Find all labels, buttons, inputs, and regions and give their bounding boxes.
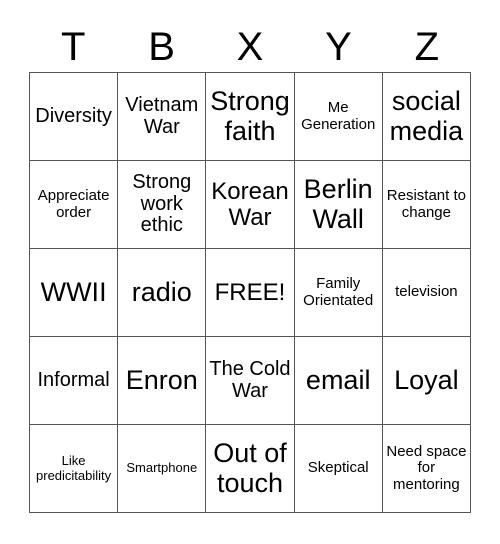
bingo-cell-label: social media: [389, 86, 464, 146]
bingo-cell-label: Korean War: [211, 177, 289, 231]
bingo-cell[interactable]: television: [382, 249, 471, 337]
bingo-header-letter-3: Y: [325, 25, 352, 69]
bingo-cell-label: The Cold War: [209, 357, 291, 402]
bingo-cell-label: FREE!: [214, 278, 286, 306]
bingo-cell-label: Strong faith: [210, 86, 290, 146]
bingo-card: T B X Y Z Diversity Vietnam War Strong f…: [0, 0, 500, 544]
bingo-cell[interactable]: The Cold War: [206, 337, 295, 425]
bingo-cell[interactable]: radio: [118, 249, 207, 337]
bingo-cell[interactable]: email: [294, 337, 383, 425]
bingo-cell-label: email: [305, 364, 371, 395]
bingo-cell-label: Out of touch: [213, 438, 287, 498]
bingo-cell[interactable]: Diversity: [30, 73, 119, 161]
bingo-cell-free[interactable]: FREE!: [206, 249, 295, 337]
bingo-cell-label: Smartphone: [126, 460, 198, 476]
bingo-cell-label: Loyal: [394, 364, 459, 395]
bingo-cell-label: Skeptical: [307, 459, 369, 477]
bingo-header-letter-2: X: [236, 25, 264, 69]
bingo-cell[interactable]: Out of touch: [206, 425, 295, 513]
bingo-cell-label: Enron: [125, 364, 198, 395]
bingo-cell[interactable]: Enron: [118, 337, 207, 425]
bingo-cell-label: Vietnam War: [125, 93, 199, 138]
bingo-cell-label: Need space for mentoring: [386, 443, 467, 493]
bingo-cell-label: Me Generation: [301, 99, 376, 133]
bingo-cell[interactable]: Informal: [30, 337, 119, 425]
bingo-cell-label: radio: [131, 276, 192, 307]
bingo-cell-label: Family Orientated: [303, 275, 374, 309]
bingo-cell-label: Appreciate order: [37, 187, 110, 221]
bingo-cell-label: television: [395, 283, 458, 301]
bingo-cell[interactable]: WWII: [30, 249, 119, 337]
bingo-cell[interactable]: social media: [382, 73, 471, 161]
bingo-cell[interactable]: Korean War: [206, 161, 295, 249]
bingo-cell[interactable]: Me Generation: [294, 73, 383, 161]
bingo-cell-label: Strong work ethic: [132, 171, 192, 237]
bingo-cell-label: Diversity: [35, 104, 112, 127]
bingo-cell[interactable]: Like predicitability: [30, 425, 119, 513]
bingo-cell-label: Like predicitability: [36, 453, 112, 483]
bingo-cell[interactable]: Berlin Wall: [294, 161, 383, 249]
bingo-header-letter-0: T: [60, 25, 86, 69]
bingo-cell[interactable]: Vietnam War: [118, 73, 207, 161]
bingo-cell[interactable]: Strong work ethic: [118, 161, 207, 249]
bingo-header-letter-4: Z: [414, 25, 440, 69]
bingo-cell[interactable]: Skeptical: [294, 425, 383, 513]
bingo-cell-label: WWII: [40, 276, 107, 307]
bingo-grid: Diversity Vietnam War Strong faith Me Ge…: [29, 72, 471, 513]
bingo-cell[interactable]: Resistant to change: [382, 161, 471, 249]
bingo-cell[interactable]: Need space for mentoring: [382, 425, 471, 513]
bingo-cell[interactable]: Strong faith: [206, 73, 295, 161]
bingo-header-letter-1: B: [148, 25, 175, 69]
bingo-header-row: T B X Y Z: [29, 22, 471, 72]
bingo-cell[interactable]: Appreciate order: [30, 161, 119, 249]
bingo-cell[interactable]: Smartphone: [118, 425, 207, 513]
bingo-cell-label: Informal: [37, 368, 110, 391]
bingo-cell[interactable]: Family Orientated: [294, 249, 383, 337]
bingo-cell-label: Berlin Wall: [303, 174, 373, 234]
bingo-cell-label: Resistant to change: [386, 187, 466, 221]
bingo-cell[interactable]: Loyal: [382, 337, 471, 425]
